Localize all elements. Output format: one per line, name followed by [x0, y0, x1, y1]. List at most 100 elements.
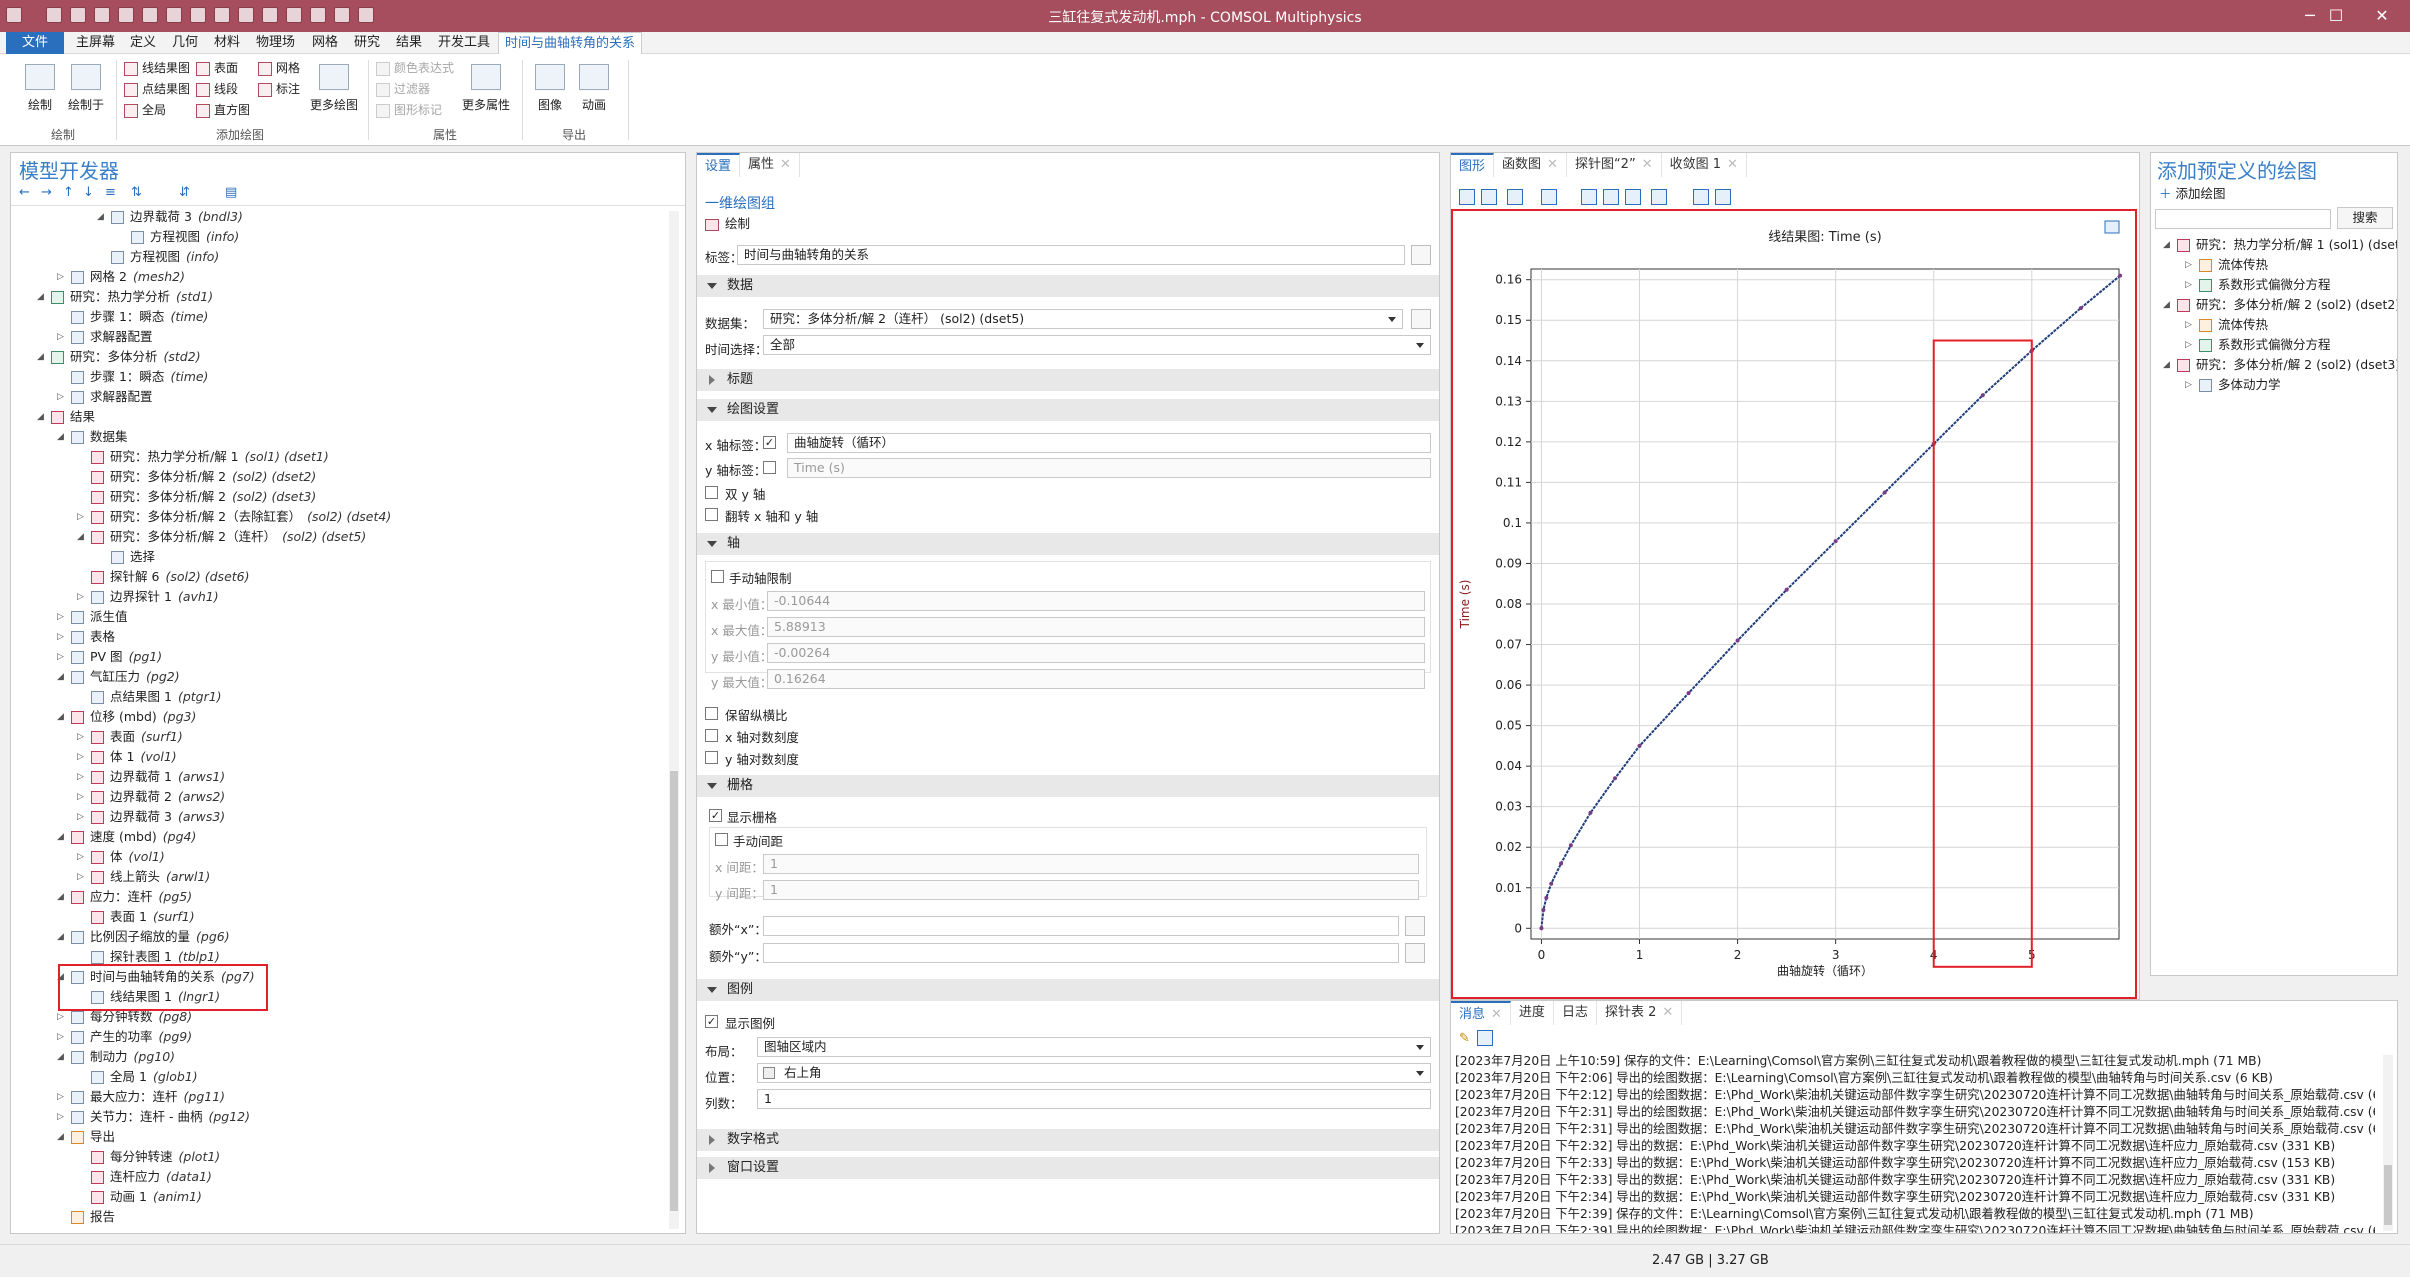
dataset-goto-button[interactable]: [1411, 309, 1431, 329]
expand-toggle-icon[interactable]: ◢: [2163, 295, 2170, 315]
tab-mesh[interactable]: 网格: [306, 32, 344, 54]
tab-home[interactable]: 主屏幕: [70, 32, 121, 54]
section-plot-settings[interactable]: 绘图设置: [697, 399, 1439, 421]
expand-toggle-icon[interactable]: ▷: [57, 647, 64, 667]
tree-item[interactable]: ▷ 边界载荷 1 (arws1): [77, 767, 225, 787]
tree-item[interactable]: ▷ 边界载荷 3 (arws3): [77, 807, 225, 827]
manual-axis-checkbox[interactable]: [711, 570, 724, 583]
plot-button[interactable]: 绘制: [705, 213, 750, 231]
copy-messages-icon[interactable]: [1477, 1030, 1493, 1046]
graph-marker-button[interactable]: 图形标记: [376, 100, 442, 120]
print-icon[interactable]: [1715, 189, 1731, 205]
expand-toggle-icon[interactable]: ◢: [57, 927, 64, 947]
section-legend[interactable]: 图例: [697, 979, 1439, 1001]
tab-graphics[interactable]: 图形: [1451, 153, 1495, 177]
expand-toggle-icon[interactable]: ◢: [57, 427, 64, 447]
expand-toggle-icon[interactable]: ▷: [2185, 315, 2192, 335]
tree-item[interactable]: 选择: [111, 547, 161, 567]
more-attributes-button[interactable]: 更多属性: [458, 64, 514, 113]
tree-item[interactable]: ▷ PV 图 (pg1): [57, 647, 162, 667]
expand-toggle-icon[interactable]: ◢: [57, 827, 64, 847]
section-title[interactable]: 标题: [697, 369, 1439, 391]
tab-materials[interactable]: 材料: [208, 32, 246, 54]
expand-toggle-icon[interactable]: ▷: [77, 587, 84, 607]
panel-toggle-icon[interactable]: [1625, 189, 1641, 205]
section-data[interactable]: 数据: [697, 275, 1439, 297]
expand-toggle-icon[interactable]: ▷: [57, 267, 64, 287]
tree-item[interactable]: ◢ 比例因子缩放的量 (pg6): [57, 927, 230, 947]
tree-item[interactable]: ▷ 产生的功率 (pg9): [57, 1027, 192, 1047]
tab-results[interactable]: 结果: [390, 32, 428, 54]
sort-icon[interactable]: ⇵: [179, 185, 190, 200]
tab-probe-plot[interactable]: 探针图“2” ✕: [1567, 153, 1662, 177]
label-edit-button[interactable]: [1411, 245, 1431, 265]
tree-item[interactable]: ▷ 体 (vol1): [77, 847, 165, 867]
tree-item[interactable]: ▷ 线上箭头 (arwl1): [77, 867, 210, 887]
expand-toggle-icon[interactable]: ◢: [37, 287, 44, 307]
mesh-button[interactable]: 网格: [258, 58, 300, 78]
predefined-plot-item[interactable]: ▷ 流体传热: [2185, 255, 2268, 275]
tab-developer[interactable]: 开发工具: [432, 32, 496, 54]
tree-item[interactable]: ▷ 体 1 (vol1): [77, 747, 177, 767]
expand-toggle-icon[interactable]: ▷: [77, 787, 84, 807]
tree-item[interactable]: ▷ 网格 2 (mesh2): [57, 267, 185, 287]
arrow-left-icon[interactable]: ←: [19, 185, 30, 200]
plot-button[interactable]: 绘制: [18, 64, 62, 113]
x-log-checkbox[interactable]: [705, 729, 718, 742]
plot-in-button[interactable]: 绘制于: [62, 64, 110, 113]
zoom-out-icon[interactable]: [1481, 189, 1497, 205]
position-select[interactable]: 右上角: [757, 1063, 1431, 1083]
tree-item[interactable]: 连杆应力 (data1): [91, 1167, 212, 1187]
messages-scrollbar[interactable]: [2383, 1055, 2393, 1231]
y-log-checkbox[interactable]: [705, 751, 718, 764]
x-max-field[interactable]: 5.88913: [767, 617, 1425, 637]
close-icon[interactable]: ✕: [1727, 157, 1738, 172]
label-field[interactable]: 时间与曲轴转角的关系: [737, 245, 1405, 265]
more-plots-button[interactable]: 更多绘图: [306, 64, 362, 113]
predefined-plot-item[interactable]: ▷ 多体动力学: [2185, 375, 2281, 395]
y-min-field[interactable]: -0.00264: [767, 643, 1425, 663]
expand-toggle-icon[interactable]: ▷: [77, 507, 84, 527]
expand-toggle-icon[interactable]: ▷: [57, 607, 64, 627]
histogram-button[interactable]: 直方图: [196, 100, 250, 120]
tab-messages[interactable]: 消息 ✕: [1451, 1001, 1511, 1025]
add-plots-search-input[interactable]: [2155, 209, 2331, 229]
tree-item[interactable]: 步骤 1：瞬态 (time): [71, 367, 208, 387]
collapse-icon[interactable]: ≡: [105, 185, 116, 200]
image-button[interactable]: 图像: [530, 64, 570, 113]
close-icon[interactable]: ✕: [1642, 157, 1653, 172]
tree-item[interactable]: 步骤 1：瞬态 (time): [71, 307, 208, 327]
tree-item[interactable]: ◢ 数据集: [57, 427, 134, 447]
animation-button[interactable]: 动画: [574, 64, 614, 113]
show-grid-checkbox[interactable]: ✓: [709, 809, 722, 822]
show-legend-checkbox[interactable]: ✓: [705, 1015, 718, 1028]
close-icon[interactable]: ✕: [780, 157, 791, 172]
extra-y-field[interactable]: [763, 943, 1399, 963]
tab-log[interactable]: 日志: [1554, 1001, 1597, 1025]
expand-toggle-icon[interactable]: ▷: [77, 767, 84, 787]
tree-item[interactable]: ▷ 最大应力：连杆 (pg11): [57, 1087, 225, 1107]
expand-icon[interactable]: ⇅: [131, 185, 142, 200]
arrow-up-icon[interactable]: ↑: [63, 185, 74, 200]
predefined-plot-item[interactable]: ▷ 系数形式偏微分方程: [2185, 275, 2331, 295]
tree-item[interactable]: 报告: [71, 1207, 121, 1227]
expand-toggle-icon[interactable]: ▷: [2185, 275, 2192, 295]
zoom-in-icon[interactable]: [1459, 189, 1475, 205]
section-window-settings[interactable]: 窗口设置: [697, 1157, 1439, 1179]
layout-select[interactable]: 图轴区域内: [757, 1037, 1431, 1057]
tab-physics[interactable]: 物理场: [250, 32, 301, 54]
flip-axes-checkbox[interactable]: [705, 508, 718, 521]
predefined-plot-item[interactable]: ◢ 研究：多体分析/解 2 (sol2) (dset3): [2163, 355, 2397, 375]
expand-toggle-icon[interactable]: ◢: [57, 1047, 64, 1067]
y-label-field[interactable]: Time (s): [787, 458, 1431, 478]
expand-toggle-icon[interactable]: ▷: [77, 867, 84, 887]
expand-toggle-icon[interactable]: ◢: [57, 1127, 64, 1147]
camera-icon[interactable]: [1693, 189, 1709, 205]
tree-item[interactable]: 研究：多体分析/解 2 (sol2) (dset2): [91, 467, 316, 487]
tree-item[interactable]: ◢ 研究：多体分析 (std2): [37, 347, 201, 367]
tree-item[interactable]: ▷ 边界载荷 2 (arws2): [77, 787, 225, 807]
x-spacing-field[interactable]: 1: [763, 854, 1419, 874]
zoom-box-icon[interactable]: [1507, 189, 1523, 205]
expand-toggle-icon[interactable]: ▷: [2185, 335, 2192, 355]
tree-item[interactable]: 点结果图 1 (ptgr1): [91, 687, 222, 707]
